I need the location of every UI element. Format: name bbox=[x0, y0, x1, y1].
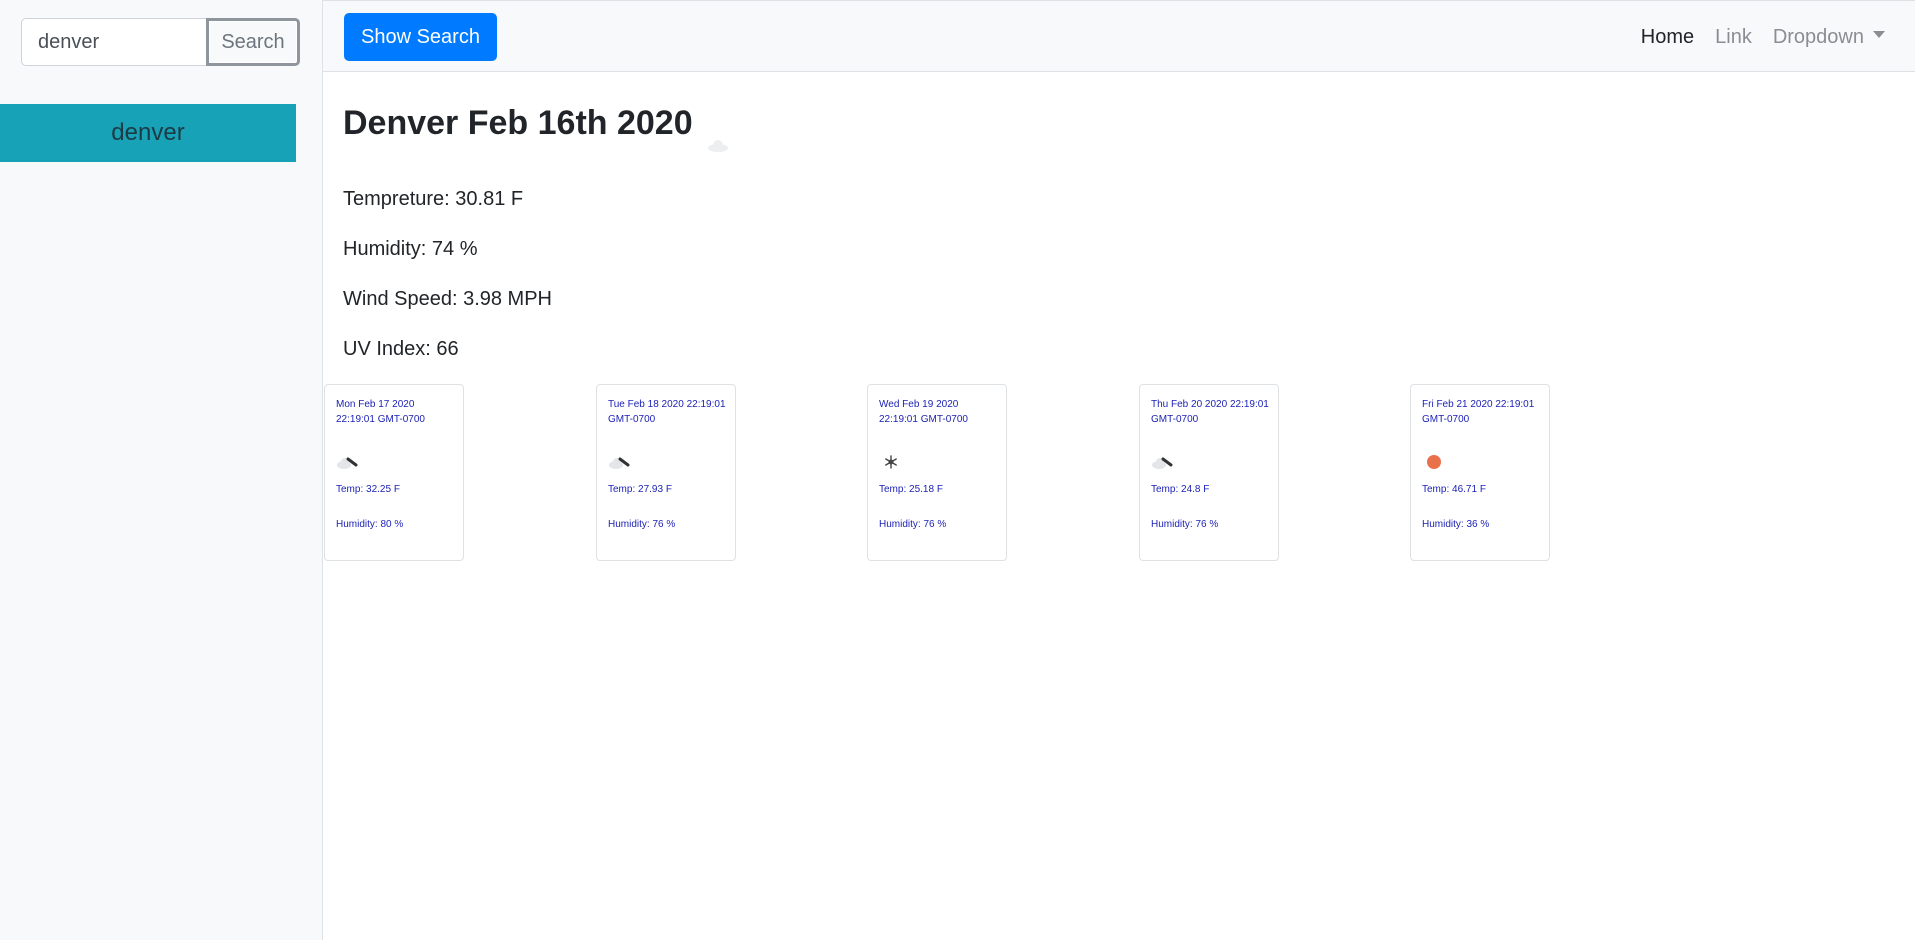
search-button[interactable]: Search bbox=[206, 18, 300, 66]
show-search-button[interactable]: Show Search bbox=[344, 13, 497, 61]
forecast-humidity: Humidity: 36 % bbox=[1422, 519, 1490, 530]
city-title: Denver Feb 16th 2020 bbox=[343, 104, 729, 152]
forecast-humidity: Humidity: 80 % bbox=[336, 519, 404, 530]
wind-speed-text: Wind Speed: 3.98 MPH bbox=[343, 288, 552, 310]
sidebar: Search denver bbox=[0, 0, 323, 940]
humidity-text: Humidity: 74 % bbox=[343, 238, 478, 260]
sun-icon bbox=[1422, 448, 1541, 476]
cloud-snow-icon bbox=[336, 448, 455, 476]
nav-links: Home Link Dropdown bbox=[1620, 1, 1885, 73]
forecast-date: Tue Feb 18 2020 22:19:01 GMT-0700 bbox=[608, 399, 726, 425]
snowflake-icon bbox=[879, 448, 998, 476]
navbar: Show Search Home Link Dropdown bbox=[323, 0, 1915, 72]
uv-index-text: UV Index: 66 bbox=[343, 338, 459, 360]
forecast-temp: Temp: 46.71 F bbox=[1422, 484, 1486, 495]
search-form: Search bbox=[21, 18, 300, 66]
forecast-card: Mon Feb 17 2020 22:19:01 GMT-0700 Temp: … bbox=[324, 384, 464, 561]
forecast-date: Mon Feb 17 2020 22:19:01 GMT-0700 bbox=[336, 399, 425, 425]
cloud-snow-icon bbox=[1151, 448, 1270, 476]
forecast-card: Fri Feb 21 2020 22:19:01 GMT-0700 Temp: … bbox=[1410, 384, 1550, 561]
caret-down-icon bbox=[1873, 30, 1885, 38]
forecast-temp: Temp: 24.8 F bbox=[1151, 484, 1210, 495]
forecast-card: Tue Feb 18 2020 22:19:01 GMT-0700 Temp: … bbox=[596, 384, 736, 561]
forecast-date: Thu Feb 20 2020 22:19:01 GMT-0700 bbox=[1151, 399, 1269, 425]
city-title-text: Denver Feb 16th 2020 bbox=[343, 104, 693, 142]
forecast-temp: Temp: 25.18 F bbox=[879, 484, 943, 495]
forecast-humidity: Humidity: 76 % bbox=[879, 519, 947, 530]
forecast-date: Fri Feb 21 2020 22:19:01 GMT-0700 bbox=[1422, 399, 1535, 425]
forecast-card: Thu Feb 20 2020 22:19:01 GMT-0700 Temp: … bbox=[1139, 384, 1279, 561]
nav-link-link[interactable]: Link bbox=[1715, 26, 1752, 49]
forecast-card: Wed Feb 19 2020 22:19:01 GMT-0700 Temp: … bbox=[867, 384, 1007, 561]
forecast-humidity: Humidity: 76 % bbox=[608, 519, 676, 530]
forecast-temp: Temp: 27.93 F bbox=[608, 484, 672, 495]
forecast-cards: Mon Feb 17 2020 22:19:01 GMT-0700 Temp: … bbox=[323, 384, 1915, 561]
city-item-denver[interactable]: denver bbox=[0, 104, 296, 162]
nav-dropdown[interactable]: Dropdown bbox=[1773, 26, 1885, 49]
nav-dropdown-label: Dropdown bbox=[1772, 25, 1864, 48]
forecast-temp: Temp: 32.25 F bbox=[336, 484, 400, 495]
search-input[interactable] bbox=[21, 18, 206, 66]
nav-link-home[interactable]: Home bbox=[1641, 26, 1694, 49]
forecast-humidity: Humidity: 76 % bbox=[1151, 519, 1219, 530]
forecast-date: Wed Feb 19 2020 22:19:01 GMT-0700 bbox=[879, 399, 968, 425]
cloud-snow-icon bbox=[608, 448, 727, 476]
temperature-text: Tempreture: 30.81 F bbox=[343, 188, 524, 210]
cloud-icon bbox=[707, 122, 729, 152]
